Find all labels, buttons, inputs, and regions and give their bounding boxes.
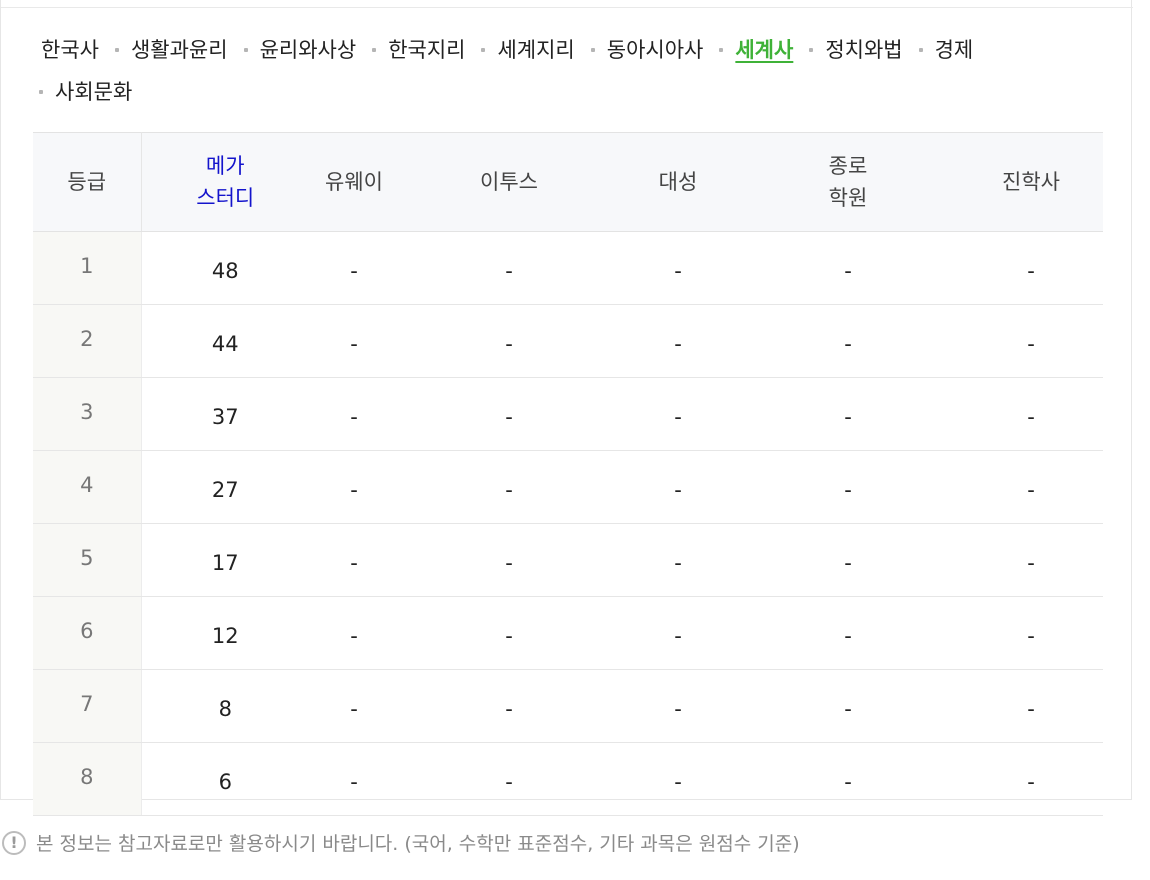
jongro-cell: - xyxy=(737,523,959,597)
subject-tabs: 한국사 생활과윤리 윤리와사상 한국지리 세계지리 동아시아사 세계사 정치와법… xyxy=(33,36,1033,106)
table-row: 5 17 - - - - - xyxy=(33,523,1103,597)
table-row: 8 6 - - - - - xyxy=(33,742,1103,816)
grade-cell: 5 xyxy=(33,523,142,597)
megastudy-cell: 37 xyxy=(141,377,309,451)
header-daesung: 대성 xyxy=(619,132,737,232)
megastudy-cell: 8 xyxy=(141,669,309,743)
separator-dot xyxy=(372,48,377,52)
separator-dot xyxy=(39,90,43,94)
tab-subject-east-asian-history[interactable]: 동아시아사 xyxy=(575,36,703,64)
jinhak-cell: - xyxy=(959,523,1103,597)
grade-cell: 6 xyxy=(33,596,142,670)
etoos-cell: - xyxy=(399,523,619,597)
uway-cell: - xyxy=(309,450,399,524)
separator-dot xyxy=(114,48,119,52)
jongro-cell: - xyxy=(737,742,959,816)
etoos-cell: - xyxy=(399,231,619,305)
megastudy-cell: 12 xyxy=(141,596,309,670)
tab-subject-society-culture[interactable]: 사회문화 xyxy=(33,78,1033,106)
daesung-cell: - xyxy=(619,450,737,524)
etoos-cell: - xyxy=(399,596,619,670)
megastudy-cell: 17 xyxy=(141,523,309,597)
daesung-cell: - xyxy=(619,377,737,451)
megastudy-cell: 6 xyxy=(141,742,309,816)
header-grade: 등급 xyxy=(33,132,142,232)
table-row: 7 8 - - - - - xyxy=(33,669,1103,743)
separator-dot xyxy=(719,48,724,52)
separator-dot xyxy=(481,48,486,52)
disclaimer-note: ! 본 정보는 참고자료로만 활용하시기 바랍니다. (국어, 수학만 표준점수… xyxy=(0,829,800,856)
header-jongro: 종로 학원 xyxy=(737,132,959,232)
etoos-cell: - xyxy=(399,304,619,378)
tab-subject-world-history[interactable]: 세계사 xyxy=(703,36,793,64)
table-row: 4 27 - - - - - xyxy=(33,450,1103,524)
tab-subject-korean-geography[interactable]: 한국지리 xyxy=(356,36,465,64)
grade-cell: 3 xyxy=(33,377,142,451)
etoos-cell: - xyxy=(399,450,619,524)
divider xyxy=(1,7,1133,8)
daesung-cell: - xyxy=(619,304,737,378)
separator-dot xyxy=(809,48,814,52)
megastudy-cell: 27 xyxy=(141,450,309,524)
uway-cell: - xyxy=(309,669,399,743)
table-row: 6 12 - - - - - xyxy=(33,596,1103,670)
daesung-cell: - xyxy=(619,596,737,670)
uway-cell: - xyxy=(309,596,399,670)
jongro-cell: - xyxy=(737,596,959,670)
separator-dot xyxy=(243,48,248,52)
grade-cell: 4 xyxy=(33,450,142,524)
separator-dot xyxy=(590,48,595,52)
tab-subject-life-ethics[interactable]: 생활과윤리 xyxy=(99,36,228,64)
daesung-cell: - xyxy=(619,742,737,816)
header-jinhak: 진학사 xyxy=(959,132,1103,232)
disclaimer-text: 본 정보는 참고자료로만 활용하시기 바랍니다. (국어, 수학만 표준점수, … xyxy=(36,833,800,855)
daesung-cell: - xyxy=(619,669,737,743)
uway-cell: - xyxy=(309,231,399,305)
grade-cell: 2 xyxy=(33,304,142,378)
jinhak-cell: - xyxy=(959,231,1103,305)
grade-cell: 8 xyxy=(33,742,142,816)
jongro-cell: - xyxy=(737,450,959,524)
tab-subject-economics[interactable]: 경제 xyxy=(903,36,973,64)
daesung-cell: - xyxy=(619,231,737,305)
tab-subject-korean-history[interactable]: 한국사 xyxy=(33,36,99,64)
jongro-cell: - xyxy=(737,304,959,378)
etoos-cell: - xyxy=(399,742,619,816)
jongro-cell: - xyxy=(737,669,959,743)
daesung-cell: - xyxy=(619,523,737,597)
jongro-cell: - xyxy=(737,377,959,451)
table-row: 1 48 - - - - - xyxy=(33,231,1103,305)
grade-cut-panel: 한국사 생활과윤리 윤리와사상 한국지리 세계지리 동아시아사 세계사 정치와법… xyxy=(0,0,1133,816)
grade-cut-table: 등급 메가 스터디 유웨이 이투스 대성 종로 학원 진학사 1 48 - - - … xyxy=(33,132,1103,816)
jinhak-cell: - xyxy=(959,377,1103,451)
megastudy-cell: 48 xyxy=(141,231,309,305)
header-megastudy: 메가 스터디 xyxy=(141,132,309,232)
tab-subject-politics-law[interactable]: 정치와법 xyxy=(793,36,903,64)
separator-dot xyxy=(918,48,923,52)
jongro-cell: - xyxy=(737,231,959,305)
header-etoos: 이투스 xyxy=(399,132,619,232)
etoos-cell: - xyxy=(399,669,619,743)
grade-cell: 7 xyxy=(33,669,142,743)
jinhak-cell: - xyxy=(959,304,1103,378)
uway-cell: - xyxy=(309,377,399,451)
jinhak-cell: - xyxy=(959,669,1103,743)
jinhak-cell: - xyxy=(959,596,1103,670)
uway-cell: - xyxy=(309,304,399,378)
etoos-cell: - xyxy=(399,377,619,451)
megastudy-cell: 44 xyxy=(141,304,309,378)
uway-cell: - xyxy=(309,523,399,597)
jinhak-cell: - xyxy=(959,742,1103,816)
table-row: 2 44 - - - - - xyxy=(33,304,1103,378)
uway-cell: - xyxy=(309,742,399,816)
jinhak-cell: - xyxy=(959,450,1103,524)
exclamation-circle-icon: ! xyxy=(2,830,26,855)
table-row: 3 37 - - - - - xyxy=(33,377,1103,451)
tab-subject-ethics-thought[interactable]: 윤리와사상 xyxy=(228,36,356,64)
tab-subject-world-geography[interactable]: 세계지리 xyxy=(465,36,575,64)
header-uway: 유웨이 xyxy=(309,132,399,232)
table-header: 등급 메가 스터디 유웨이 이투스 대성 종로 학원 진학사 xyxy=(33,132,1103,232)
grade-cell: 1 xyxy=(33,231,142,305)
